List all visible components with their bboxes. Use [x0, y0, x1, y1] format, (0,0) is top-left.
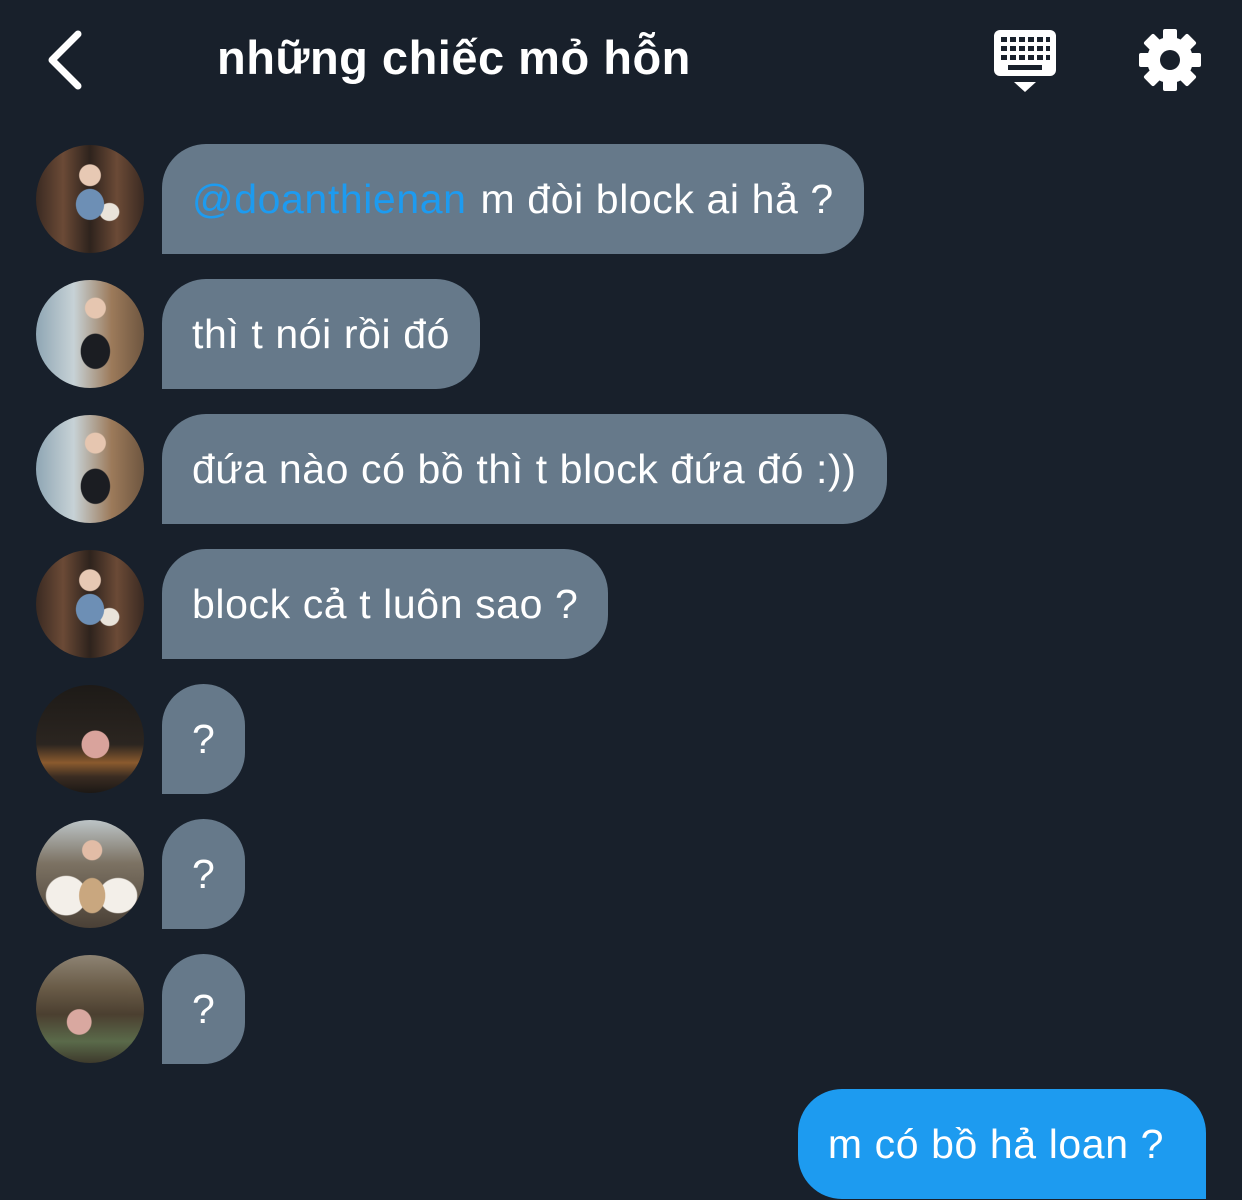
message-bubble: ? — [162, 954, 246, 1064]
message-text: ? — [192, 985, 216, 1032]
message-text: m có bồ hả loan ? — [827, 1120, 1164, 1167]
message-text: thì t nói rồi đó — [192, 310, 451, 357]
message-bubble: @doanthienan m đòi block ai hả ? — [162, 144, 864, 254]
message-text: ? — [192, 850, 216, 897]
message-list: @doanthienan m đòi block ai hả ? thì t n… — [0, 0, 1242, 1200]
message-bubble: ? — [162, 819, 246, 929]
message-text: đứa nào có bồ thì t block đứa đó :)) — [192, 445, 857, 492]
avatar[interactable] — [36, 415, 144, 523]
avatar[interactable] — [36, 685, 144, 793]
avatar[interactable] — [36, 280, 144, 388]
message-bubble: block cả t luôn sao ? — [162, 549, 609, 659]
message-row: đứa nào có bồ thì t block đứa đó :)) — [36, 414, 887, 524]
own-message-bubble: m có bồ hả loan ? — [797, 1089, 1206, 1199]
message-row: ? — [36, 819, 246, 929]
message-bubble: đứa nào có bồ thì t block đứa đó :)) — [162, 414, 887, 524]
message-text: ? — [192, 715, 216, 762]
mention-link[interactable]: @doanthienan — [192, 176, 467, 223]
avatar[interactable] — [36, 550, 144, 658]
message-text: m đòi block ai hả ? — [480, 175, 834, 222]
avatar[interactable] — [36, 820, 144, 928]
message-row: block cả t luôn sao ? — [36, 549, 609, 659]
avatar[interactable] — [36, 145, 144, 253]
message-text: block cả t luôn sao ? — [192, 580, 579, 627]
message-bubble: ? — [162, 684, 246, 794]
chat-screen: những chiếc mỏ hỗn @doanthienan m đòi bl… — [0, 0, 1242, 1200]
message-row: ? — [36, 684, 246, 794]
message-row: thì t nói rồi đó — [36, 279, 481, 389]
message-row: @doanthienan m đòi block ai hả ? — [36, 144, 864, 254]
message-bubble: thì t nói rồi đó — [162, 279, 481, 389]
avatar[interactable] — [36, 955, 144, 1063]
message-row: ? — [36, 954, 246, 1064]
